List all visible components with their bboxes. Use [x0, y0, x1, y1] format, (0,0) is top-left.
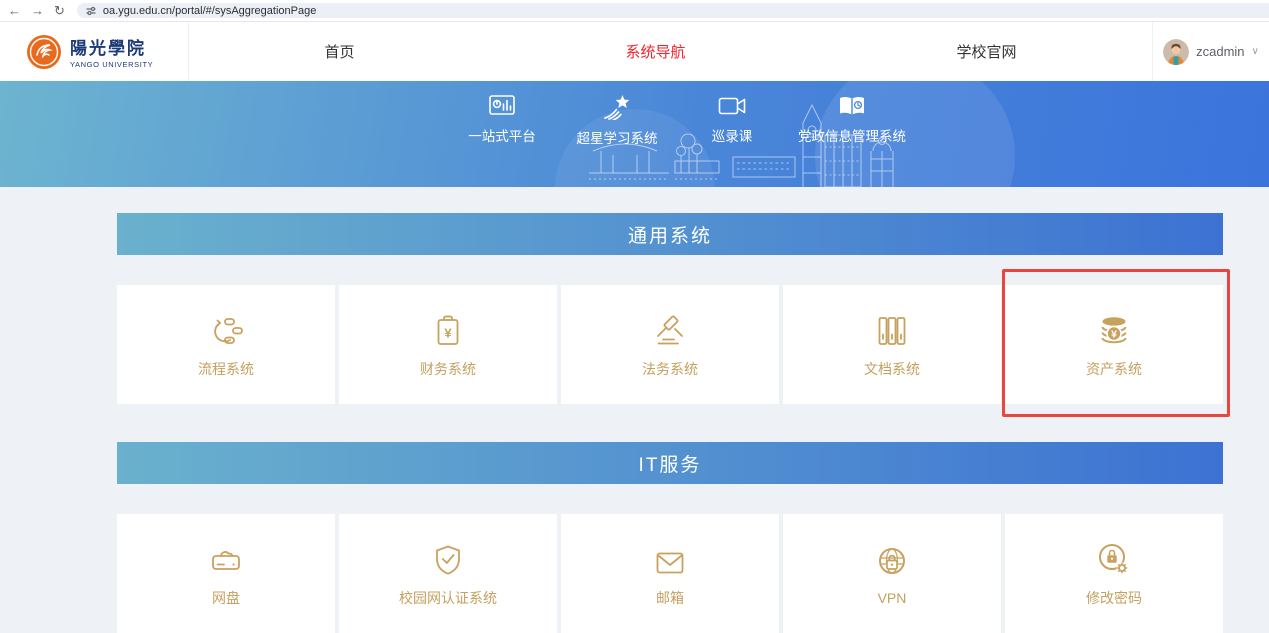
card-label: 修改密码 [1086, 588, 1142, 608]
logo-subtitle: YANGO UNIVERSITY [70, 60, 153, 69]
section-title: 通用系统 [628, 221, 712, 248]
card-asset-system[interactable]: ¥ 资产系统 [1005, 285, 1223, 404]
gavel-icon [653, 311, 687, 347]
quicklink-party-info-system[interactable]: 党政信息管理系统 [787, 94, 917, 147]
university-logo[interactable]: 陽光學院 YANGO UNIVERSITY [0, 22, 188, 81]
quick-links: 一站式平台 超星学习系统 巡录课 [447, 94, 917, 147]
card-campus-network-auth[interactable]: 校园网认证系统 [339, 514, 557, 633]
hero-banner: 一站式平台 超星学习系统 巡录课 [0, 81, 1269, 187]
quicklink-label: 超星学习系统 [577, 127, 658, 147]
nav-system-navigation[interactable]: 系统导航 [625, 41, 685, 62]
chevron-down-icon: ∨ [1252, 46, 1259, 57]
browser-bar: ← → ↻ oa.ygu.edu.cn/portal/#/sysAggregat… [0, 0, 1269, 22]
card-vpn[interactable]: VPN [783, 514, 1001, 633]
card-mail[interactable]: 邮箱 [561, 514, 779, 633]
nav-school-site[interactable]: 学校官网 [956, 41, 1016, 62]
card-document-system[interactable]: 文档系统 [783, 285, 1001, 404]
coins-icon: ¥ [1096, 311, 1132, 347]
card-label: 网盘 [212, 588, 240, 608]
quicklink-label: 党政信息管理系统 [798, 125, 906, 145]
comet-star-icon [603, 94, 631, 120]
logo-title: 陽光學院 [70, 34, 153, 59]
envelope-icon [654, 540, 686, 576]
reload-icon[interactable]: ↻ [54, 4, 65, 17]
card-netdisk[interactable]: 网盘 [117, 514, 335, 633]
section-header-general-systems: 通用系统 [117, 213, 1223, 255]
open-book-icon [838, 94, 866, 118]
url-text: oa.ygu.edu.cn/portal/#/sysAggregationPag… [103, 5, 316, 17]
general-systems-cards: 流程系统 ¥ 财务系统 法务系统 [117, 285, 1223, 404]
finance-clipboard-icon: ¥ [434, 311, 462, 347]
main-nav: 首页 系统导航 学校官网 [188, 22, 1153, 81]
svg-text:¥: ¥ [444, 325, 452, 340]
drive-cloud-icon [208, 540, 244, 576]
svg-text:¥: ¥ [1111, 328, 1117, 340]
nav-home[interactable]: 首页 [324, 41, 354, 62]
card-process-system[interactable]: 流程系统 [117, 285, 335, 404]
site-header: 陽光學院 YANGO UNIVERSITY 首页 系统导航 学校官网 zcadm… [0, 22, 1269, 81]
presentation-chart-icon [487, 94, 517, 118]
back-icon[interactable]: ← [8, 4, 21, 17]
card-label: 校园网认证系统 [399, 588, 497, 608]
user-menu[interactable]: zcadmin ∨ [1153, 22, 1269, 81]
card-finance-system[interactable]: ¥ 财务系统 [339, 285, 557, 404]
quicklink-label: 巡录课 [712, 125, 753, 145]
quicklink-label: 一站式平台 [468, 125, 536, 145]
logo-emblem-icon [26, 34, 62, 70]
forward-icon[interactable]: → [31, 4, 44, 17]
video-camera-icon [717, 94, 747, 118]
address-bar[interactable]: oa.ygu.edu.cn/portal/#/sysAggregationPag… [77, 3, 1269, 18]
user-name: zcadmin [1196, 44, 1244, 59]
card-change-password[interactable]: 修改密码 [1005, 514, 1223, 633]
section-title: IT服务 [639, 450, 702, 477]
globe-lock-icon [876, 542, 908, 578]
quicklink-one-stop-platform[interactable]: 一站式平台 [447, 94, 557, 147]
quicklink-chaoxing-learning[interactable]: 超星学习系统 [557, 94, 677, 147]
card-label: 法务系统 [642, 359, 698, 379]
workflow-icon [208, 311, 244, 347]
card-label: VPN [878, 590, 907, 606]
tune-icon [85, 5, 97, 17]
it-services-cards: 网盘 校园网认证系统 邮箱 [117, 514, 1223, 633]
card-label: 财务系统 [420, 359, 476, 379]
lock-gear-icon [1097, 540, 1131, 576]
section-header-it-services: IT服务 [117, 442, 1223, 484]
shield-check-icon [433, 540, 463, 576]
card-label: 邮箱 [656, 588, 684, 608]
card-label: 文档系统 [864, 359, 920, 379]
avatar [1163, 39, 1189, 65]
quicklink-class-recording[interactable]: 巡录课 [677, 94, 787, 147]
card-label: 资产系统 [1086, 359, 1142, 379]
binders-icon [876, 311, 908, 347]
card-legal-system[interactable]: 法务系统 [561, 285, 779, 404]
card-label: 流程系统 [198, 359, 254, 379]
